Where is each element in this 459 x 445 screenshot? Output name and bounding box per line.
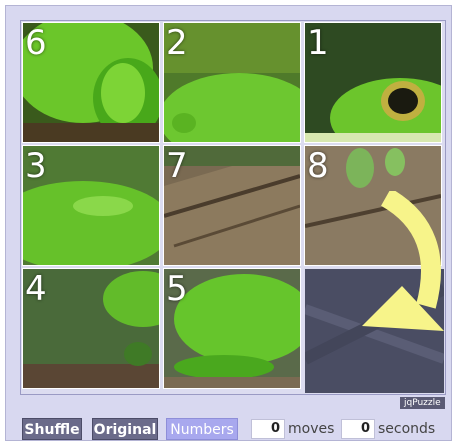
tile-number: 5: [166, 269, 188, 309]
tile-number: 4: [25, 269, 47, 309]
numbers-button[interactable]: Numbers: [166, 418, 238, 440]
jqpuzzle-badge[interactable]: jqPuzzle: [400, 397, 445, 409]
moves-counter: 0: [251, 419, 285, 439]
original-button[interactable]: Original: [92, 418, 158, 440]
tile-number: 8: [307, 146, 329, 186]
puzzle-tile-5[interactable]: 5: [163, 268, 301, 389]
puzzle-tile-6[interactable]: 6: [22, 22, 160, 143]
shuffle-button[interactable]: Shuffle: [22, 418, 82, 440]
puzzle-tile-4[interactable]: 4: [22, 268, 160, 389]
tile-number: 3: [25, 146, 47, 186]
puzzle-frame: 6 2 1 3 7 8 4 5 jqPuzzle Shuffle Origina…: [5, 5, 452, 441]
moves-label: moves: [288, 421, 335, 437]
controls-bar: Shuffle Original Numbers 0 moves 0 secon…: [22, 418, 442, 442]
puzzle-tile-1[interactable]: 1: [304, 22, 442, 143]
tile-number: 7: [166, 146, 188, 186]
puzzle-tile-3[interactable]: 3: [22, 145, 160, 266]
tile-number: 6: [25, 23, 47, 63]
curved-arrow-icon: [362, 191, 444, 331]
tile-number: 1: [307, 23, 329, 63]
puzzle-tile-2[interactable]: 2: [163, 22, 301, 143]
tile-number: 2: [166, 23, 188, 63]
puzzle-tile-7[interactable]: 7: [163, 145, 301, 266]
seconds-counter: 0: [341, 419, 375, 439]
seconds-label: seconds: [378, 421, 436, 437]
